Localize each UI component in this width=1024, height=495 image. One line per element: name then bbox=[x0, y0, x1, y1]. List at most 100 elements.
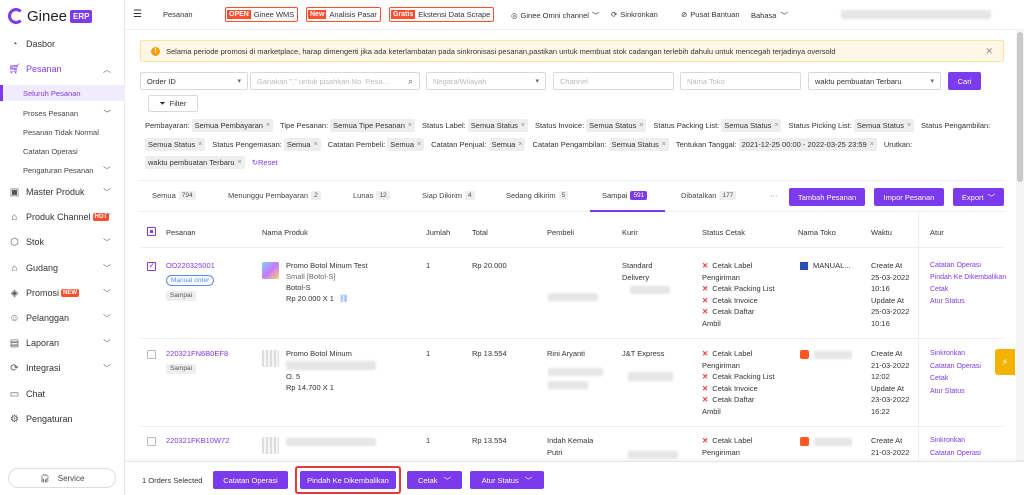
sidebar-item-gudang[interactable]: ⌂ Gudang ﹀ bbox=[0, 259, 125, 277]
product-thumbnail[interactable] bbox=[262, 262, 279, 279]
search-button[interactable]: Cari bbox=[948, 72, 981, 90]
close-icon[interactable]: × bbox=[521, 122, 525, 129]
filter-chip[interactable]: 2021-12-25 00:00 - 2022-03-25 23:59 × bbox=[738, 138, 877, 151]
service-button[interactable]: 🎧︎ Service bbox=[8, 468, 116, 488]
print-picklist-status[interactable]: ✕ Cetak Daftar bbox=[702, 394, 774, 406]
sidebar-item-promosi[interactable]: ◈ Promosi NEW ﹀ bbox=[0, 284, 125, 302]
sidebar-item-pelanggan[interactable]: ☺ Pelanggan ﹀ bbox=[0, 309, 125, 327]
sidebar-item-stok[interactable]: ⬡ Stok ﹀ bbox=[0, 233, 125, 251]
search-input[interactable]: Ganakan "," untuk pisahkan No. Pesa... ⌕ bbox=[250, 72, 420, 90]
set-status-link[interactable]: Atur Status bbox=[930, 386, 981, 399]
sidebar-sub-proses-pesanan[interactable]: Proses Pesanan ﹀ bbox=[0, 105, 125, 121]
brand-logo[interactable]: Ginee ERP bbox=[8, 6, 93, 26]
order-id-link[interactable]: 220321FKB10W72 bbox=[166, 435, 229, 447]
sidebar-item-master-produk[interactable]: ▣ Master Produk ﹀ bbox=[0, 183, 125, 201]
filter-chip[interactable]: Semua Status × bbox=[608, 138, 669, 151]
add-order-button[interactable]: Tambah Pesanan bbox=[789, 188, 865, 206]
print-packing-status[interactable]: ✕ Cetak Packing List bbox=[702, 283, 774, 295]
filter-chip[interactable]: Semua Status × bbox=[467, 119, 528, 132]
sidebar-item-chat[interactable]: ▭ Chat bbox=[0, 385, 125, 403]
channel-select[interactable]: Channel bbox=[553, 72, 674, 90]
sidebar-item-dasbor[interactable]: ◔ Dasbor bbox=[0, 35, 125, 53]
help-center-link[interactable]: ⊘ Pusat Bantuan bbox=[681, 10, 740, 19]
print-invoice-status[interactable]: ✕ Cetak Invoice bbox=[702, 295, 774, 307]
operation-notes-link[interactable]: Catatan Operasi bbox=[930, 260, 1006, 272]
user-account-redacted[interactable] bbox=[841, 10, 991, 19]
omni-channel-dropdown[interactable]: ◎ Ginee Omni channel ﹀ bbox=[511, 10, 599, 21]
sidebar-item-produk-channel[interactable]: ⌂ Produk Channel HOT ﹀ bbox=[0, 208, 125, 226]
sync-button[interactable]: ⟳ Sinkronkan bbox=[611, 10, 658, 19]
close-icon[interactable]: × bbox=[907, 122, 911, 129]
print-label-status[interactable]: ✕ Cetak Label bbox=[702, 435, 752, 447]
analisis-pasar-promo[interactable]: New Analisis Pasar bbox=[306, 7, 381, 22]
sidebar-sub-pengaturan-pesanan[interactable]: Pengaturan Pesanan ﹀ bbox=[0, 162, 125, 178]
close-icon[interactable]: × bbox=[774, 122, 778, 129]
select-all-checkbox[interactable] bbox=[147, 227, 156, 236]
sidebar-sub-seluruh-pesanan[interactable]: Seluruh Pesanan bbox=[0, 85, 125, 101]
filter-chip[interactable]: Semua Status × bbox=[721, 119, 782, 132]
row-checkbox[interactable] bbox=[147, 350, 156, 359]
operation-notes-link[interactable]: Catatan Operasi bbox=[930, 361, 981, 374]
sidebar-item-integrasi[interactable]: ⟳ Integrasi ﹀ bbox=[0, 359, 125, 377]
search-icon[interactable]: ⌕ bbox=[408, 76, 413, 87]
product-name[interactable]: Promo Botol Minum Test bbox=[286, 260, 368, 271]
print-label-status[interactable]: ✕ Cetak Label bbox=[702, 260, 774, 272]
filter-chip[interactable]: Semua Status × bbox=[853, 119, 915, 132]
close-icon[interactable]: × bbox=[198, 141, 202, 148]
link-icon[interactable]: ⛓︎ bbox=[339, 294, 349, 303]
country-select[interactable]: Negara/Wilayah ▾ bbox=[426, 72, 546, 90]
import-order-button[interactable]: Impor Pesanan bbox=[874, 188, 944, 206]
bulk-operation-notes-button[interactable]: Catatan Operasi bbox=[213, 471, 288, 489]
filter-chip[interactable]: Semua Pembayaran × bbox=[191, 119, 274, 132]
tab-siap-dikirim[interactable]: Siap Dikirim 4 bbox=[422, 191, 475, 200]
language-dropdown[interactable]: Bahasa ﹀ bbox=[751, 10, 788, 21]
order-id-link[interactable]: OD220325001 bbox=[166, 260, 215, 272]
close-icon[interactable]: × bbox=[639, 122, 643, 129]
filter-button[interactable]: ⏷ Filter bbox=[148, 95, 198, 112]
tab-lunas[interactable]: Lunas 12 bbox=[353, 191, 390, 200]
close-icon[interactable]: × bbox=[266, 122, 270, 129]
close-icon[interactable]: × bbox=[238, 159, 242, 166]
filter-chip[interactable]: Semua × bbox=[488, 138, 526, 151]
ekstensi-promo[interactable]: Gratis Ekstensi Data Scrape bbox=[389, 7, 495, 22]
tab-menunggu-pembayaran[interactable]: Menunggu Pembayaran 2 bbox=[228, 191, 321, 200]
search-field-select[interactable]: Order ID ▾ bbox=[140, 72, 248, 90]
print-link[interactable]: Cetak bbox=[930, 284, 1006, 296]
product-thumbnail[interactable] bbox=[262, 437, 279, 454]
set-status-link[interactable]: Atur Status bbox=[930, 296, 1006, 308]
store-select[interactable]: Nama Toko bbox=[680, 72, 801, 90]
tab-sedang-dikirim[interactable]: Sedang dikirim 5 bbox=[506, 191, 569, 200]
close-icon[interactable]: × bbox=[870, 141, 874, 148]
export-button[interactable]: Export ﹀ bbox=[953, 188, 1004, 206]
menu-toggle-icon[interactable]: ☰ bbox=[133, 9, 142, 20]
scrollbar-thumb[interactable] bbox=[1017, 32, 1023, 182]
tab-dibatalkan[interactable]: Dibatalkan 177 bbox=[681, 191, 737, 200]
tabs-more-button[interactable]: ··· bbox=[770, 191, 778, 200]
sidebar-sub-catatan-operasi[interactable]: Catatan Operasi bbox=[0, 143, 125, 159]
sidebar-item-pesanan[interactable]: 🛒︎ Pesanan ︿ bbox=[0, 60, 125, 78]
bulk-print-button[interactable]: Cetak ﹀ bbox=[407, 471, 462, 489]
close-icon[interactable]: ✕ bbox=[985, 46, 993, 57]
print-label-status[interactable]: ✕ Cetak Label bbox=[702, 348, 774, 360]
sidebar-item-laporan[interactable]: ▤ Laporan ﹀ bbox=[0, 334, 125, 352]
product-name[interactable]: Promo Botol Minum bbox=[286, 348, 352, 359]
sync-link[interactable]: Sinkronkan bbox=[930, 348, 981, 361]
bulk-set-status-button[interactable]: Atur Status ﹀ bbox=[470, 471, 544, 489]
row-checkbox[interactable] bbox=[147, 261, 156, 271]
filter-chip[interactable]: Semua × bbox=[387, 138, 425, 151]
close-icon[interactable]: × bbox=[518, 141, 522, 148]
tab-sampai[interactable]: Sampai 591 bbox=[602, 191, 648, 200]
filter-chip[interactable]: Semua Status × bbox=[145, 138, 206, 151]
close-icon[interactable]: × bbox=[408, 122, 412, 129]
product-thumbnail[interactable] bbox=[262, 350, 279, 367]
filter-chip[interactable]: Semua Tipe Pesanan × bbox=[330, 119, 415, 132]
floating-helper-button[interactable]: ⚡︎ bbox=[995, 349, 1015, 375]
tab-semua[interactable]: Semua 794 bbox=[152, 191, 196, 200]
filter-chip[interactable]: waktu pembuatan Terbaru × bbox=[145, 156, 245, 169]
print-invoice-status[interactable]: ✕ Cetak Invoice bbox=[702, 383, 774, 395]
order-id-link[interactable]: 220321FN6B0EF8 bbox=[166, 348, 228, 360]
sync-link[interactable]: Sinkronkan bbox=[930, 435, 981, 448]
sort-select[interactable]: waktu pembuatan Terbaru ▾ bbox=[808, 72, 941, 90]
close-icon[interactable]: × bbox=[417, 141, 421, 148]
reset-link[interactable]: ↻Reset bbox=[252, 158, 278, 167]
